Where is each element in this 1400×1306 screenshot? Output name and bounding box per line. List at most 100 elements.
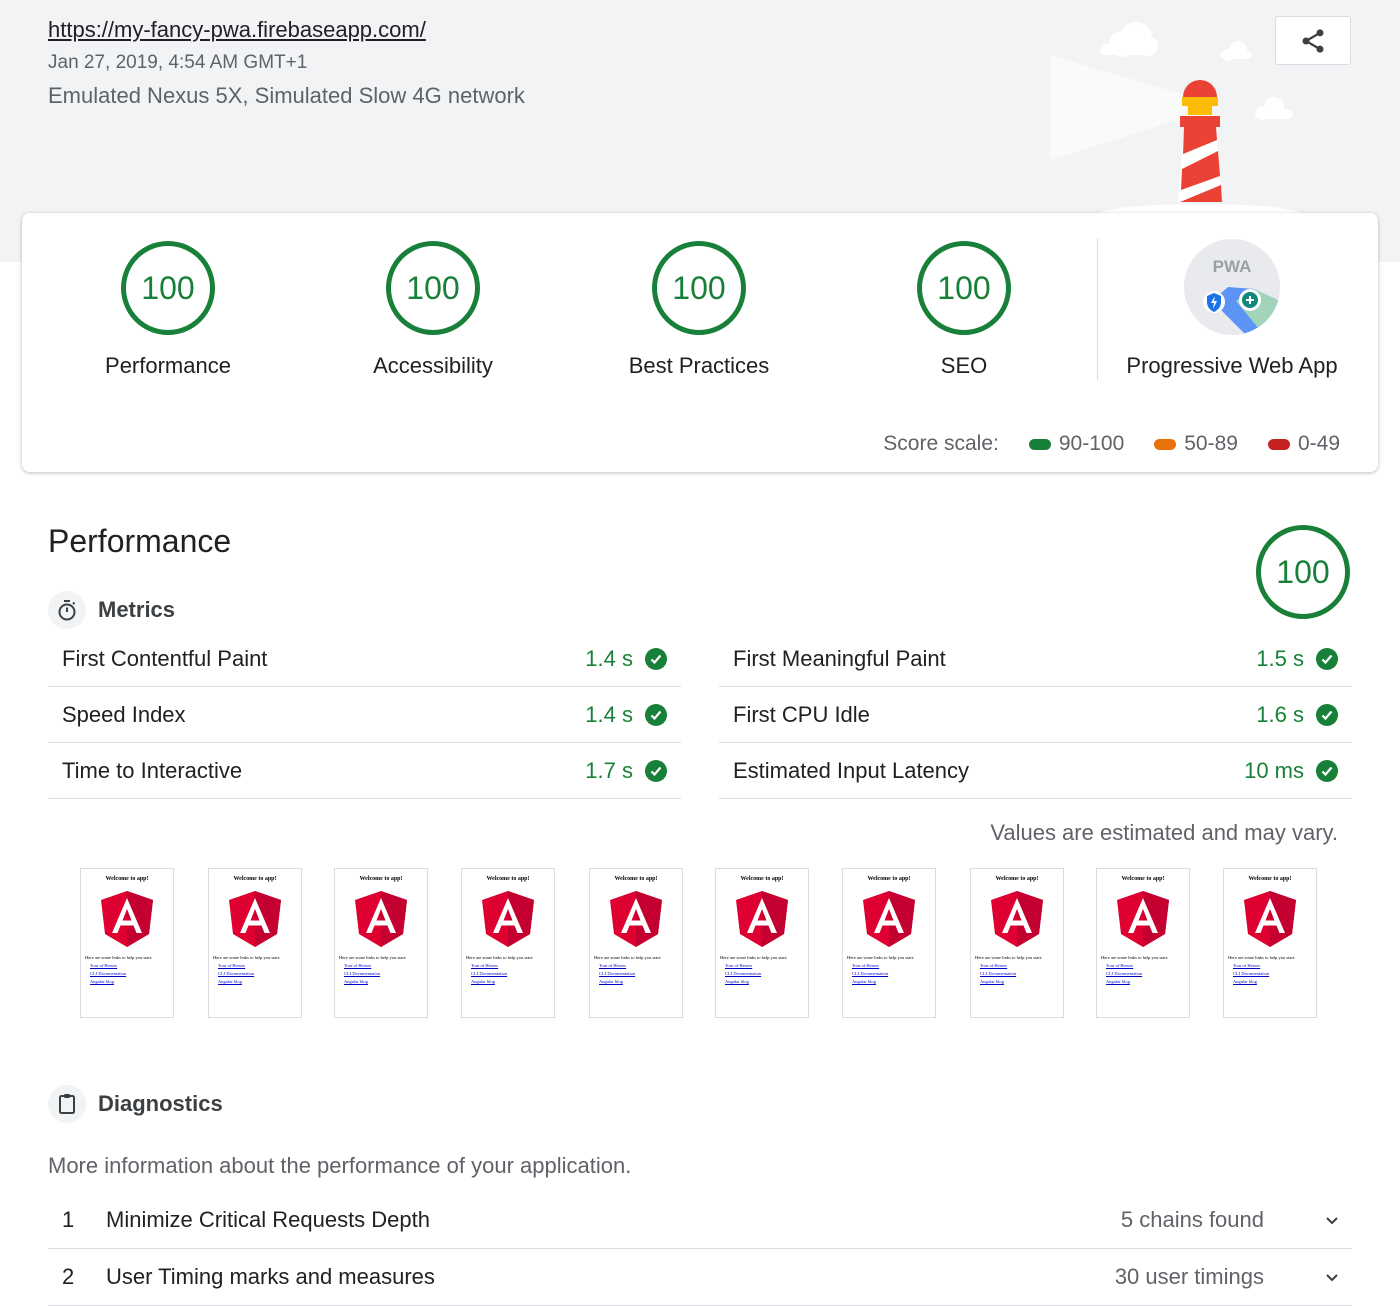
filmstrip-frame: Welcome to app! Here are some links to he…	[715, 868, 809, 1018]
check-circle-icon	[1316, 703, 1338, 726]
frame-link: Angular blog	[1233, 979, 1257, 984]
performance-score-gauge: 100	[1256, 525, 1350, 619]
metric-value: 1.7 s	[585, 757, 633, 783]
filmstrip-frame: Welcome to app! Here are some links to he…	[461, 868, 555, 1018]
check-circle-icon	[645, 703, 667, 726]
frame-title: Welcome to app!	[995, 876, 1039, 882]
angular-logo-icon	[736, 891, 788, 947]
check-circle-icon	[645, 647, 667, 670]
gauge-label: Performance	[105, 353, 231, 378]
metric-name: First Contentful Paint	[62, 645, 268, 671]
report-environment: Emulated Nexus 5X, Simulated Slow 4G net…	[48, 83, 525, 108]
frame-link: Angular blog	[1106, 979, 1130, 984]
frame-text: Here are some links to help you start:	[466, 955, 534, 960]
metric-value: 1.4 s	[585, 701, 633, 727]
diagnostics-group-header: Diagnostics	[48, 1085, 223, 1123]
frame-title: Welcome to app!	[1248, 876, 1292, 882]
gauge-label: Accessibility	[373, 353, 493, 378]
filmstrip-frame: Welcome to app! Here are some links to he…	[334, 868, 428, 1018]
check-circle-icon	[645, 759, 667, 782]
frame-title: Welcome to app!	[105, 876, 149, 882]
frame-link: Tour of Heroes	[725, 963, 753, 968]
chevron-down-icon[interactable]	[1312, 1212, 1352, 1228]
fail-indicator-icon	[1267, 438, 1290, 450]
audit-row-critical-request-chains[interactable]: 1 Minimize Critical Requests Depth 5 cha…	[48, 1192, 1352, 1249]
angular-logo-icon	[355, 891, 407, 947]
gauge-score: 100	[652, 241, 746, 335]
angular-logo-icon	[991, 891, 1043, 947]
frame-link: CLI Documentation	[599, 971, 636, 976]
frame-title: Welcome to app!	[486, 876, 530, 882]
filmstrip-frame: Welcome to app! Here are some links to he…	[589, 868, 683, 1018]
filmstrip: Welcome to app! Here are some links to he…	[80, 868, 1320, 1022]
metrics-title: Metrics	[98, 597, 176, 622]
filmstrip-frame: Welcome to app! Here are some links to he…	[1096, 868, 1190, 1018]
gauge-score: 100	[386, 241, 480, 335]
frame-text: Here are some links to help you start:	[1101, 955, 1169, 960]
stopwatch-icon	[48, 591, 86, 629]
frame-title: Welcome to app!	[614, 876, 658, 882]
audit-display-value: 30 user timings	[1114, 1264, 1264, 1289]
frame-link: Angular blog	[471, 979, 495, 984]
frame-link: Angular blog	[90, 979, 114, 984]
scale-range: 90-100	[1058, 432, 1125, 455]
audit-row-user-timings[interactable]: 2 User Timing marks and measures 30 user…	[48, 1249, 1352, 1306]
diagnostics-description: More information about the performance o…	[48, 1153, 632, 1178]
angular-logo-icon	[863, 891, 915, 947]
gauge-accessibility[interactable]: 100 Accessibility	[303, 241, 563, 379]
gauge-label: SEO	[940, 353, 988, 378]
angular-logo-icon	[610, 891, 662, 947]
frame-link: Angular blog	[980, 979, 1004, 984]
frame-link: Tour of Heroes	[852, 963, 880, 968]
score-scale-legend: Score scale: 90-100 50-89 0-49	[883, 432, 1340, 456]
frame-link: Tour of Heroes	[1233, 963, 1261, 968]
share-button[interactable]	[1275, 16, 1351, 65]
gauge-seo[interactable]: 100 SEO	[834, 241, 1094, 379]
gauge-pwa[interactable]: PWA Progressive Web App	[1102, 239, 1362, 379]
frame-title: Welcome to app!	[359, 876, 403, 882]
angular-logo-icon	[1244, 891, 1296, 947]
metric-name: Estimated Input Latency	[733, 757, 970, 783]
card-divider	[1097, 238, 1098, 380]
frame-text: Here are some links to help you start:	[975, 955, 1043, 960]
frame-link: Angular blog	[725, 979, 749, 984]
gauge-label: Best Practices	[628, 353, 770, 378]
chevron-down-icon[interactable]	[1312, 1269, 1352, 1285]
frame-title: Welcome to app!	[1121, 876, 1165, 882]
report-url-link[interactable]: https://my-fancy-pwa.firebaseapp.com/	[48, 17, 426, 43]
gauge-score: 100	[121, 241, 215, 335]
check-circle-icon	[1316, 759, 1338, 782]
gauge-best-practices[interactable]: 100 Best Practices	[569, 241, 829, 379]
metric-name: First Meaningful Paint	[733, 645, 946, 671]
angular-logo-icon	[482, 891, 534, 947]
gauge-label: Progressive Web App	[1126, 353, 1338, 378]
score-scale-label: Score scale:	[883, 432, 999, 455]
audit-display-value: 5 chains found	[1120, 1207, 1264, 1232]
report-date: Jan 27, 2019, 4:54 AM GMT+1	[48, 52, 308, 73]
frame-link: CLI Documentation	[344, 971, 381, 976]
frame-title: Welcome to app!	[867, 876, 911, 882]
frame-text: Here are some links to help you start:	[1228, 955, 1296, 960]
frame-link: CLI Documentation	[1233, 971, 1270, 976]
share-icon	[1302, 28, 1324, 53]
scale-range: 0-49	[1297, 432, 1340, 455]
metric-value: 1.4 s	[585, 645, 633, 671]
metrics-disclaimer: Values are estimated and may vary.	[990, 820, 1338, 845]
frame-title: Welcome to app!	[233, 876, 277, 882]
frame-link: Angular blog	[218, 979, 242, 984]
audit-index: 2	[62, 1264, 75, 1289]
pwa-badge-icon: PWA	[1184, 239, 1280, 335]
metric-name: Speed Index	[62, 701, 186, 727]
filmstrip-frame: Welcome to app! Here are some links to he…	[208, 868, 302, 1018]
metric-speed-index: Speed Index 1.4 s	[48, 687, 681, 743]
frame-text: Here are some links to help you start:	[594, 955, 662, 960]
scale-range: 50-89	[1184, 432, 1238, 455]
metric-name: Time to Interactive	[62, 757, 243, 783]
filmstrip-frame: Welcome to app! Here are some links to he…	[80, 868, 174, 1018]
score-summary-card: 100 Performance 100 Accessibility 100 Be…	[22, 213, 1378, 472]
pass-indicator-icon	[1028, 438, 1051, 450]
metric-name: First CPU Idle	[733, 701, 870, 727]
gauge-performance[interactable]: 100 Performance	[38, 241, 298, 379]
frame-link: Tour of Heroes	[344, 963, 372, 968]
frame-link: Angular blog	[344, 979, 368, 984]
